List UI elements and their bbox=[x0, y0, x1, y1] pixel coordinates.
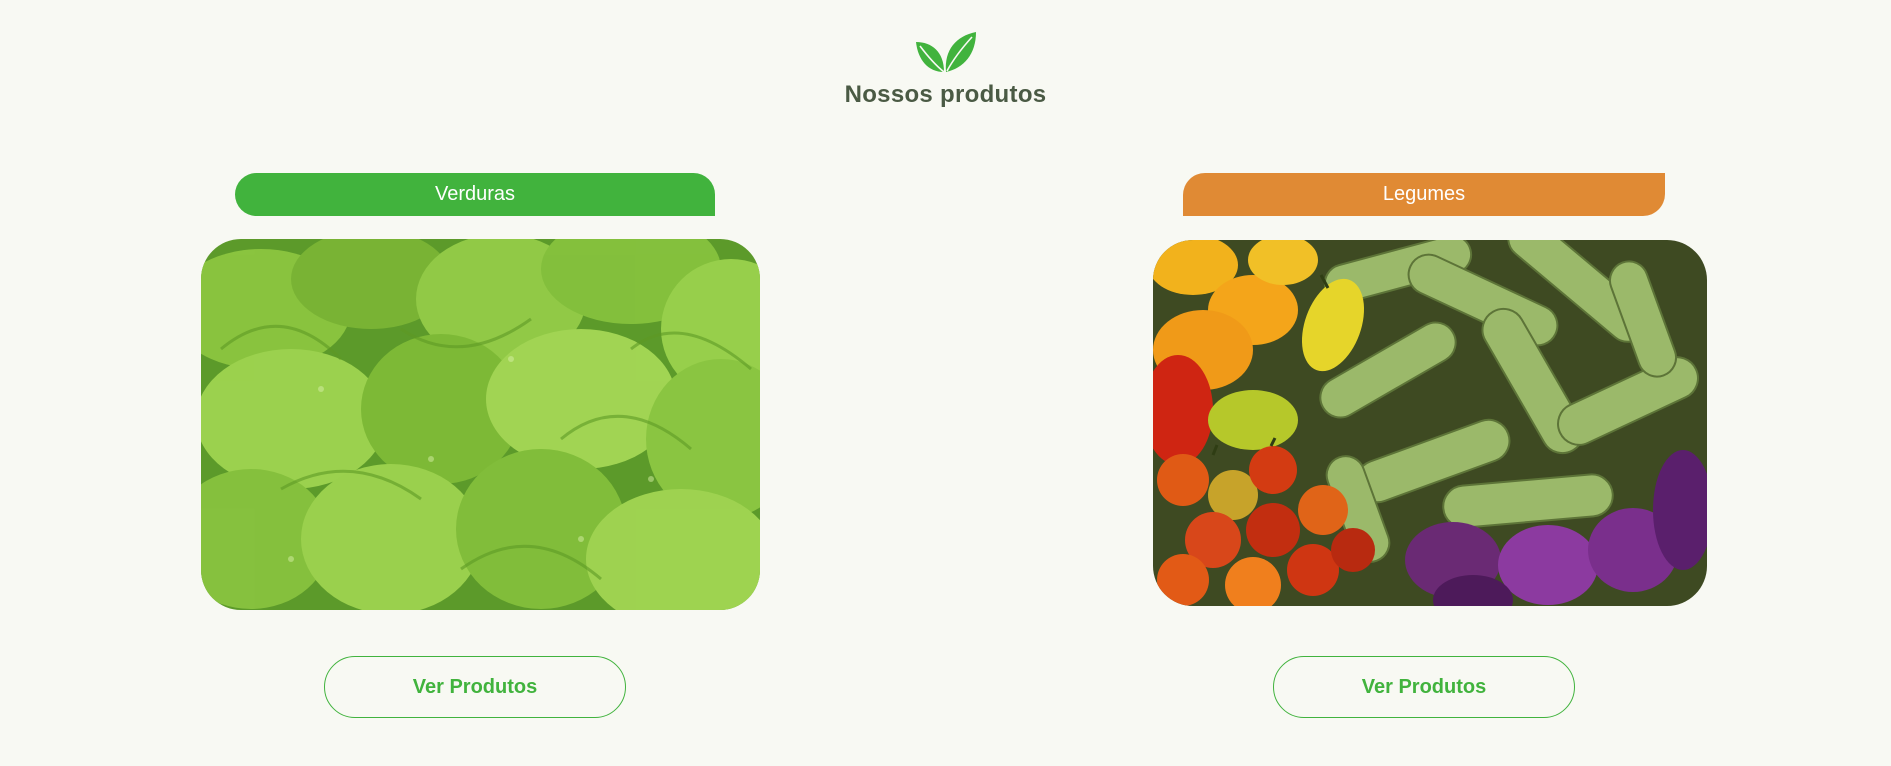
ver-produtos-verduras-button[interactable]: Ver Produtos bbox=[324, 656, 626, 718]
vegetables-photo bbox=[1153, 240, 1707, 606]
section-header: Nossos produtos bbox=[0, 30, 1891, 109]
leaf-icon bbox=[915, 32, 976, 73]
page-title: Nossos produtos bbox=[844, 81, 1047, 108]
category-label-legumes: Legumes bbox=[1183, 173, 1665, 216]
category-label-verduras: Verduras bbox=[235, 173, 715, 216]
ver-produtos-legumes-button[interactable]: Ver Produtos bbox=[1273, 656, 1575, 718]
lettuce-photo bbox=[201, 239, 760, 610]
